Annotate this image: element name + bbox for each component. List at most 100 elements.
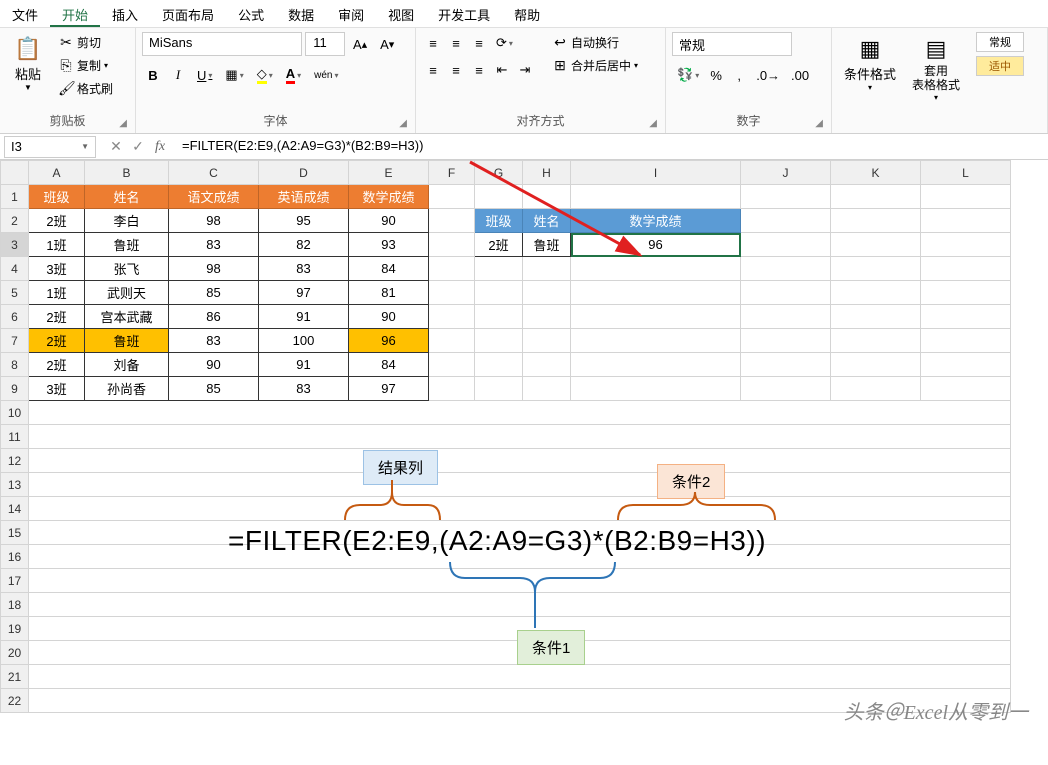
cell[interactable] <box>921 209 1011 233</box>
cell[interactable] <box>741 185 831 209</box>
increase-decimal-button[interactable]: .0→ <box>751 64 785 86</box>
col-header[interactable]: G <box>475 161 523 185</box>
decrease-decimal-button[interactable]: .00 <box>786 64 814 86</box>
cell[interactable] <box>571 329 741 353</box>
cell[interactable]: 83 <box>169 329 259 353</box>
cell[interactable]: 姓名 <box>85 185 169 209</box>
cell[interactable] <box>921 329 1011 353</box>
cell[interactable]: 孙尚香 <box>85 377 169 401</box>
cell[interactable] <box>831 281 921 305</box>
cell[interactable]: 2班 <box>29 329 85 353</box>
menu-view[interactable]: 视图 <box>376 0 426 27</box>
formula-input[interactable]: =FILTER(E2:E9,(A2:A9=G3)*(B2:B9=H3)) <box>176 136 1048 158</box>
cell[interactable]: 83 <box>259 257 349 281</box>
cell[interactable] <box>523 377 571 401</box>
cell[interactable] <box>921 377 1011 401</box>
cell[interactable]: 82 <box>259 233 349 257</box>
cell[interactable] <box>831 185 921 209</box>
cell[interactable]: 武则天 <box>85 281 169 305</box>
cell[interactable]: 1班 <box>29 233 85 257</box>
cell[interactable]: 2班 <box>29 305 85 329</box>
launcher-icon[interactable]: ◢ <box>815 118 823 129</box>
row-header[interactable]: 14 <box>1 497 29 521</box>
cell[interactable]: 96 <box>349 329 429 353</box>
fill-color-button[interactable]: ◇▾ <box>252 64 278 86</box>
cell[interactable]: 班级 <box>29 185 85 209</box>
name-box[interactable]: I3▼ <box>4 136 96 158</box>
cell[interactable]: 姓名 <box>523 209 571 233</box>
menu-review[interactable]: 审阅 <box>326 0 376 27</box>
cell[interactable] <box>831 257 921 281</box>
col-header[interactable]: C <box>169 161 259 185</box>
cell[interactable]: 语文成绩 <box>169 185 259 209</box>
cancel-button[interactable]: ✕ <box>106 137 126 157</box>
copy-button[interactable]: ⎘复制▾ <box>54 55 117 76</box>
row-header[interactable]: 6 <box>1 305 29 329</box>
cell[interactable] <box>571 377 741 401</box>
launcher-icon[interactable]: ◢ <box>399 118 407 129</box>
menu-layout[interactable]: 页面布局 <box>150 0 226 27</box>
cell[interactable] <box>831 329 921 353</box>
col-header[interactable]: A <box>29 161 85 185</box>
align-left-button[interactable]: ≡ <box>422 59 444 81</box>
enter-button[interactable]: ✓ <box>128 137 148 157</box>
cell[interactable] <box>831 377 921 401</box>
cell[interactable]: 1班 <box>29 281 85 305</box>
cell[interactable] <box>741 305 831 329</box>
cell[interactable]: 数学成绩 <box>349 185 429 209</box>
cell[interactable] <box>523 353 571 377</box>
align-center-button[interactable]: ≡ <box>445 59 467 81</box>
cell[interactable]: 鲁班 <box>523 233 571 257</box>
cell[interactable]: 3班 <box>29 257 85 281</box>
row-header[interactable]: 3 <box>1 233 29 257</box>
cell[interactable] <box>429 257 475 281</box>
paste-button[interactable]: 📋 粘贴 ▼ <box>6 32 50 96</box>
cell[interactable] <box>475 353 523 377</box>
cut-button[interactable]: ✂剪切 <box>54 32 117 53</box>
cell[interactable]: 97 <box>349 377 429 401</box>
cell[interactable] <box>921 257 1011 281</box>
cell[interactable] <box>523 185 571 209</box>
cell[interactable] <box>429 353 475 377</box>
select-all-corner[interactable] <box>1 161 29 185</box>
orientation-button[interactable]: ⟳▾ <box>491 32 518 54</box>
menu-file[interactable]: 文件 <box>0 0 50 27</box>
align-right-button[interactable]: ≡ <box>468 59 490 81</box>
cell[interactable] <box>429 329 475 353</box>
cell[interactable]: 刘备 <box>85 353 169 377</box>
row-header[interactable]: 12 <box>1 449 29 473</box>
format-painter-button[interactable]: 🖌格式刷 <box>54 78 117 99</box>
cell-selected[interactable]: 96 <box>571 233 741 257</box>
cell[interactable]: 84 <box>349 257 429 281</box>
col-header[interactable]: K <box>831 161 921 185</box>
merge-center-button[interactable]: ⊞合并后居中▾ <box>548 55 642 76</box>
cell[interactable] <box>523 257 571 281</box>
cell[interactable] <box>921 305 1011 329</box>
cell[interactable] <box>523 305 571 329</box>
col-header[interactable]: B <box>85 161 169 185</box>
cell[interactable]: 鲁班 <box>85 233 169 257</box>
col-header[interactable]: E <box>349 161 429 185</box>
cell[interactable] <box>741 353 831 377</box>
cell[interactable] <box>523 329 571 353</box>
cell[interactable]: 班级 <box>475 209 523 233</box>
cell[interactable] <box>741 233 831 257</box>
cell[interactable]: 100 <box>259 329 349 353</box>
cell[interactable] <box>429 209 475 233</box>
col-header[interactable]: F <box>429 161 475 185</box>
cell[interactable]: 鲁班 <box>85 329 169 353</box>
row-header[interactable]: 2 <box>1 209 29 233</box>
decrease-font-button[interactable]: A▾ <box>375 33 399 55</box>
cell[interactable]: 数学成绩 <box>571 209 741 233</box>
cell[interactable]: 98 <box>169 257 259 281</box>
font-name-select[interactable]: MiSans <box>142 32 302 56</box>
row-header[interactable]: 1 <box>1 185 29 209</box>
cell[interactable]: 90 <box>349 209 429 233</box>
cell[interactable] <box>475 377 523 401</box>
cell[interactable] <box>741 257 831 281</box>
row-header[interactable]: 7 <box>1 329 29 353</box>
cell[interactable] <box>921 353 1011 377</box>
cell[interactable]: 84 <box>349 353 429 377</box>
cell[interactable]: 81 <box>349 281 429 305</box>
cell[interactable]: 2班 <box>29 209 85 233</box>
